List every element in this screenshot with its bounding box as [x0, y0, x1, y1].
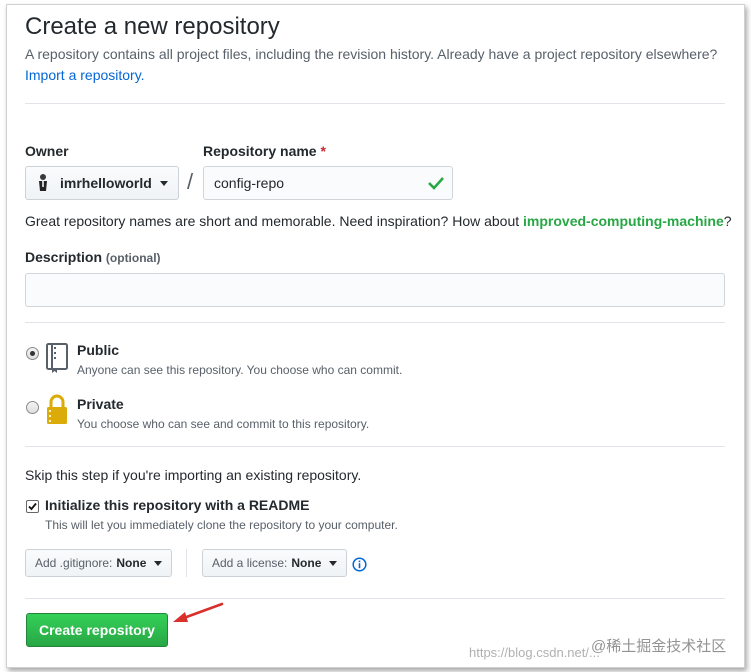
lock-icon	[45, 394, 69, 431]
optional-note: (optional)	[105, 251, 161, 265]
license-select[interactable]: Add a license: None	[202, 549, 348, 577]
owner-select[interactable]: imrhelloworld	[25, 166, 179, 200]
owner-repo-separator: /	[187, 169, 194, 194]
divider	[25, 103, 725, 104]
private-label: Private	[77, 396, 124, 412]
repo-name-input[interactable]: config-repo	[203, 166, 453, 200]
repo-name-value: config-repo	[214, 175, 285, 191]
readme-note: This will let you immediately clone the …	[45, 518, 398, 532]
page-title: Create a new repository	[25, 13, 280, 40]
owner-name: imrhelloworld	[60, 175, 152, 191]
description-input[interactable]	[25, 273, 725, 307]
check-icon	[428, 176, 444, 195]
divider	[25, 446, 725, 447]
divider	[25, 322, 725, 323]
owner-label: Owner	[25, 143, 69, 159]
repo-name-label: Repository name *	[203, 143, 326, 159]
repo-book-icon	[44, 342, 70, 379]
readme-checkbox[interactable]	[26, 500, 39, 513]
chevron-down-icon	[329, 560, 338, 566]
chevron-down-icon	[154, 560, 163, 566]
private-note: You choose who can see and commit to thi…	[77, 417, 370, 431]
divider	[25, 598, 725, 599]
repo-name-hint: Great repository names are short and mem…	[25, 213, 732, 229]
create-repository-button[interactable]: Create repository	[26, 613, 168, 647]
gitignore-select[interactable]: Add .gitignore: None	[25, 549, 173, 577]
private-radio[interactable]	[26, 401, 39, 414]
suggested-repo-name[interactable]: improved-computing-machine	[523, 213, 724, 229]
readme-label[interactable]: Initialize this repository with a README	[45, 497, 309, 513]
watermark-brand: @稀土掘金技术社区	[591, 638, 727, 655]
info-icon[interactable]	[352, 557, 367, 577]
repo-create-window: Create a new repository A repository con…	[6, 4, 745, 668]
owner-avatar	[36, 173, 50, 193]
public-note: Anyone can see this repository. You choo…	[77, 363, 403, 377]
skip-step-note: Skip this step if you're importing an ex…	[25, 467, 362, 483]
dropdown-divider	[186, 549, 187, 577]
required-mark: *	[320, 143, 326, 159]
chevron-down-icon	[159, 180, 168, 186]
import-repository-link[interactable]: Import a repository.	[25, 67, 145, 83]
description-label: Description (optional)	[25, 249, 161, 265]
public-label: Public	[77, 342, 120, 358]
page-subtitle: A repository contains all project files,…	[25, 46, 718, 62]
annotation-arrow-icon	[167, 600, 227, 631]
watermark-url: https://blog.csdn.net/...	[469, 645, 600, 660]
public-radio[interactable]	[26, 347, 39, 360]
